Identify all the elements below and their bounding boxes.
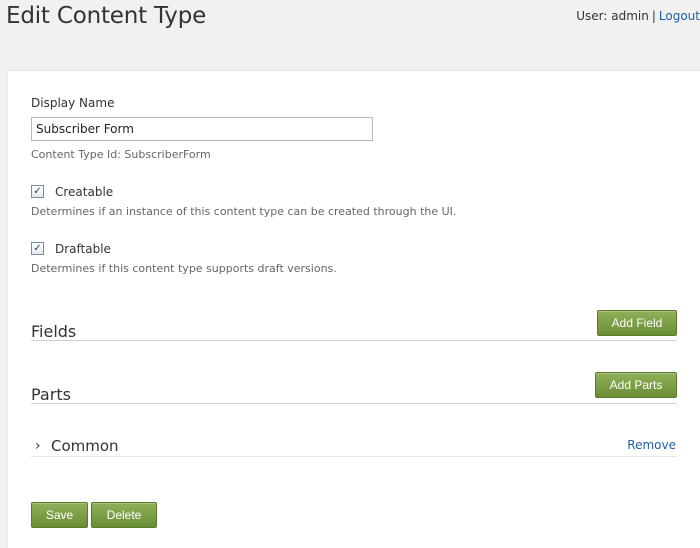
fields-divider [31,340,677,341]
display-name-input[interactable] [31,117,373,141]
creatable-hint: Determines if an instance of this conten… [31,205,457,218]
parts-divider [31,403,677,404]
draftable-hint: Determines if this content type supports… [31,262,337,275]
parts-section-title: Parts [31,385,71,404]
creatable-label: Creatable [55,185,114,199]
part-item-common[interactable]: Common [51,437,119,455]
user-separator: | [651,9,656,23]
user-label: User: admin [576,9,649,23]
remove-part-link[interactable]: Remove [627,438,676,452]
display-name-label: Display Name [31,96,115,110]
chevron-right-icon[interactable]: › [35,438,41,454]
edit-form-panel: Display Name Content Type Id: Subscriber… [7,70,700,548]
draftable-label: Draftable [55,242,111,256]
delete-button[interactable]: Delete [91,502,157,528]
check-icon: ✓ [33,186,42,197]
add-field-button[interactable]: Add Field [597,310,677,336]
draftable-checkbox[interactable]: ✓ [31,242,44,255]
part-row-divider [31,456,677,457]
logout-link[interactable]: Logout [659,9,700,23]
content-type-id-text: Content Type Id: SubscriberForm [31,148,211,161]
creatable-checkbox[interactable]: ✓ [31,185,44,198]
fields-section-title: Fields [31,322,77,341]
check-icon: ✓ [33,243,42,254]
add-parts-button[interactable]: Add Parts [595,372,677,398]
user-bar: User: admin | Logout [576,9,700,23]
save-button[interactable]: Save [31,502,88,528]
page-title: Edit Content Type [6,3,207,29]
